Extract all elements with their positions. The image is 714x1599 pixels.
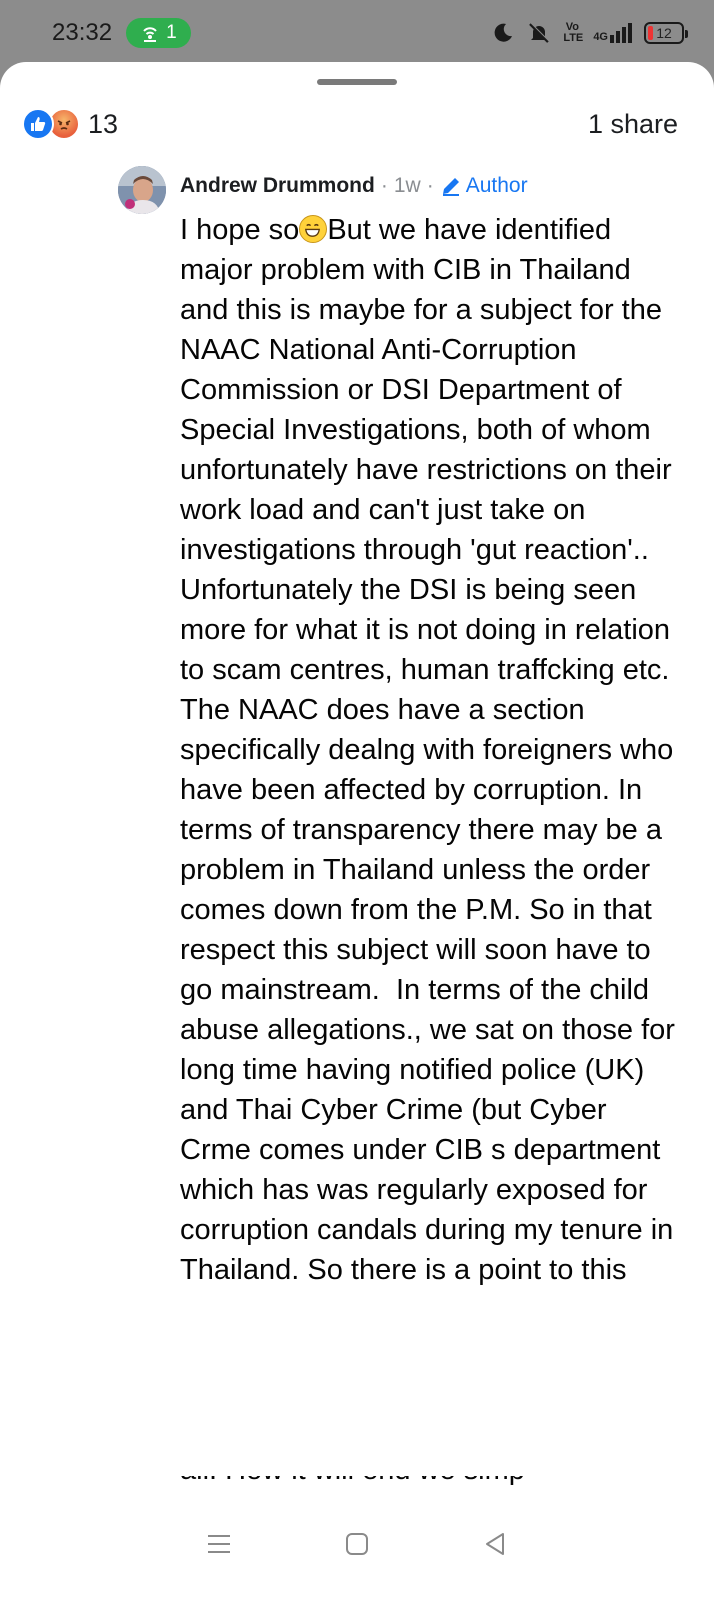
hotspot-icon — [143, 27, 157, 42]
grinning-emoji-icon — [299, 215, 328, 243]
comment-body: Andrew Drummond · 1w · Author I hope so B… — [180, 166, 694, 1290]
sheet-drag-handle[interactable] — [317, 79, 397, 85]
comment-text: I hope so But we have identified major pr… — [180, 210, 680, 1290]
battery-percent: 12 — [656, 25, 672, 41]
meta-separator: · — [426, 174, 434, 197]
battery-level — [648, 26, 653, 40]
share-count[interactable]: 1 share — [588, 109, 678, 140]
author-badge: Author — [440, 174, 528, 198]
comment-timestamp[interactable]: 1w — [394, 174, 421, 198]
reaction-icons — [22, 108, 80, 140]
vibrate-off-icon — [529, 22, 550, 43]
reactions-summary[interactable]: 13 1 share — [22, 104, 678, 144]
network-type: 4G — [593, 31, 608, 43]
avatar[interactable] — [118, 166, 166, 214]
meta-separator: · — [380, 174, 388, 197]
comment-text-cut: all. How it will end we simp — [180, 1476, 660, 1490]
hotspot-count: 1 — [166, 22, 177, 43]
signal-bars-icon — [610, 23, 632, 43]
comment-text-lead: I hope so — [180, 214, 300, 246]
author-badge-label: Author — [465, 174, 528, 197]
system-nav-bar — [0, 1489, 714, 1599]
status-icons: Vo LTE 4G 12 — [491, 21, 688, 45]
comment-meta: Andrew Drummond · 1w · Author — [180, 166, 694, 206]
battery-icon: 12 — [644, 22, 688, 44]
like-icon — [22, 108, 54, 140]
signal-4g-icon: 4G — [593, 23, 632, 43]
comment-author[interactable]: Andrew Drummond — [180, 174, 375, 198]
pencil-icon — [442, 178, 459, 196]
status-bar: 23:32 1 Vo LTE 4G 12 — [0, 0, 714, 66]
volte-icon: Vo LTE — [563, 21, 584, 44]
recent-apps-icon[interactable] — [204, 1529, 234, 1559]
hotspot-indicator[interactable]: 1 — [126, 18, 191, 48]
home-icon[interactable] — [342, 1529, 372, 1559]
do-not-disturb-moon-icon — [494, 23, 513, 42]
reaction-count: 13 — [88, 108, 119, 139]
status-time: 23:32 — [52, 19, 113, 46]
comment-text-main: But we have identified major problem wit… — [180, 214, 683, 1286]
comments-sheet: 13 1 share Andrew Drummond · 1w · Author… — [0, 62, 714, 1599]
back-icon[interactable] — [480, 1529, 510, 1559]
